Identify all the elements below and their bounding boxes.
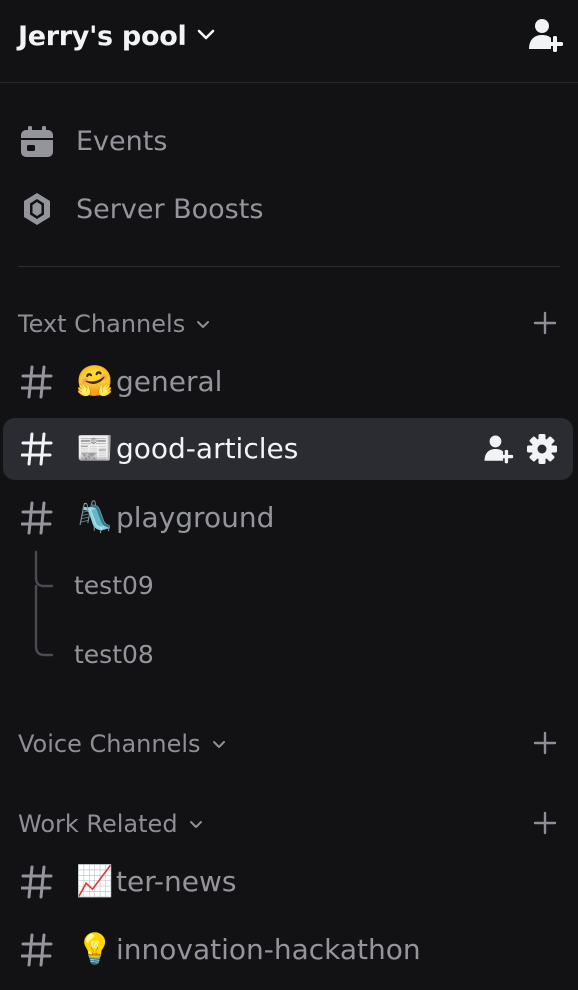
events-label: Events (76, 125, 168, 157)
channel-name: general (116, 365, 223, 398)
hash-icon (19, 861, 55, 903)
divider (18, 266, 560, 267)
channel-sidebar: Jerry's pool Events Server Boosts Text C… (0, 0, 578, 990)
chevron-down-icon (195, 318, 211, 330)
channel-name: playground (116, 501, 275, 534)
category-label: Voice Channels (18, 730, 201, 758)
channel-ter-news[interactable]: 📈 ter-news (3, 851, 573, 913)
channel-good-articles[interactable]: 📰 good-articles (3, 418, 573, 480)
add-user-icon (526, 16, 564, 58)
category-work-related[interactable]: Work Related (18, 806, 560, 842)
channel-general[interactable]: 🤗 general (3, 351, 573, 413)
add-user-icon (484, 435, 514, 464)
channel-name: good-articles (116, 432, 299, 465)
gear-icon (527, 434, 557, 464)
server-boosts-label: Server Boosts (76, 193, 264, 225)
chevron-down-icon (196, 27, 216, 46)
thread-item[interactable]: test08 (74, 635, 154, 675)
plus-icon (533, 311, 557, 335)
thread-item[interactable]: test09 (74, 566, 154, 606)
chevron-down-icon (211, 738, 227, 750)
channel-playground[interactable]: 🛝 playground (3, 487, 573, 549)
channel-emoji: 💡 (76, 932, 114, 967)
category-label: Work Related (18, 810, 178, 838)
plus-icon (533, 731, 557, 755)
plus-icon (533, 811, 557, 835)
create-channel-button[interactable] (530, 728, 560, 758)
channel-emoji: 📰 (76, 431, 114, 466)
invite-people-button[interactable] (524, 16, 566, 58)
channel-name: innovation-hackathon (116, 933, 421, 966)
category-voice-channels[interactable]: Voice Channels (18, 726, 560, 762)
hash-icon (19, 929, 55, 971)
channel-name: ter-news (116, 865, 237, 898)
chevron-down-icon (188, 818, 204, 830)
channel-emoji: 🛝 (76, 500, 114, 535)
thread-connector (34, 550, 54, 657)
channel-emoji: 🤗 (76, 364, 114, 399)
channel-innovation-hackathon[interactable]: 💡 innovation-hackathon (3, 919, 573, 981)
create-channel-button[interactable] (530, 808, 560, 838)
category-text-channels[interactable]: Text Channels (18, 306, 560, 342)
channel-actions (481, 432, 559, 466)
create-channel-button[interactable] (530, 308, 560, 338)
server-header: Jerry's pool (0, 0, 578, 83)
edit-channel-button[interactable] (525, 432, 559, 466)
create-invite-button[interactable] (481, 432, 515, 466)
channel-emoji: 📈 (76, 864, 114, 899)
